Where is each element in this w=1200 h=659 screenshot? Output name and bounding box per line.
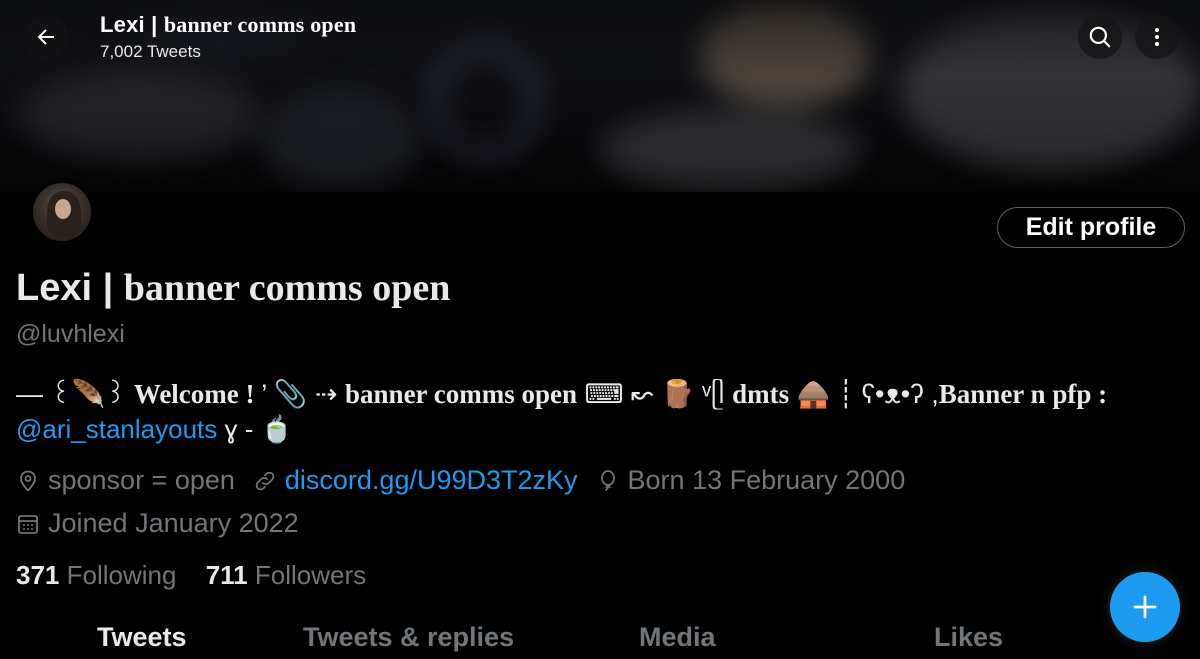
header-name-plain: Lexi | — [100, 12, 164, 37]
header-title: Lexi | banner comms open — [100, 12, 356, 38]
following-link[interactable]: 371 Following — [16, 560, 176, 591]
balloon-icon — [596, 469, 620, 493]
display-name-styled: banner comms open — [123, 267, 451, 309]
bio-line-2: @ari_stanlayouts ɣ - 🍵 — [16, 414, 293, 445]
bio-dmts: dmts — [732, 379, 790, 409]
header-name-styled: banner comms open — [163, 12, 357, 37]
search-icon — [1089, 26, 1111, 48]
bio-keyboard: ⌨ ↜ 🪵 ᵛᥫ — [577, 379, 733, 409]
followers-count: 711 — [205, 560, 248, 590]
tab-tweets-and-replies[interactable]: Tweets & replies — [303, 622, 514, 653]
avatar-face — [55, 199, 71, 219]
follow-stats: 371 Following 711 Followers — [16, 560, 388, 591]
following-label: Following — [66, 560, 177, 590]
user-handle: @luvhlexi — [16, 320, 125, 348]
followers-label: Followers — [254, 560, 367, 590]
display-name: Lexi | banner comms open — [16, 266, 450, 310]
back-button[interactable] — [24, 15, 68, 59]
search-button[interactable] — [1078, 15, 1122, 59]
bio-prefix: — ꒰🪶꒱ — [16, 379, 134, 409]
calendar-icon — [16, 512, 40, 536]
tab-tweets[interactable]: Tweets — [97, 622, 187, 653]
bio-comms: banner comms open — [345, 379, 578, 409]
tab-likes[interactable]: Likes — [934, 622, 1003, 653]
more-button[interactable] — [1135, 15, 1179, 59]
avatar[interactable] — [30, 180, 94, 244]
bio-mention-link[interactable]: @ari_stanlayouts — [16, 414, 217, 444]
more-vertical-icon — [1155, 28, 1159, 46]
bio-banner-pfp: Banner n pfp : — [938, 379, 1108, 409]
bio-mid: ’ 📎 ⇢ — [261, 379, 346, 409]
back-arrow-icon — [37, 29, 54, 45]
joined-text: Joined January 2022 — [48, 508, 299, 538]
profile-meta-row: sponsor = open discord.gg/U99D3T2zKy Bor… — [16, 465, 905, 496]
birthday-text: Born 13 February 2000 — [627, 465, 906, 495]
plus-icon — [1133, 595, 1157, 619]
profile-meta-row: Joined January 2022 — [16, 508, 299, 539]
header-tweet-count: 7,002 Tweets — [100, 42, 201, 61]
tab-media[interactable]: Media — [639, 622, 716, 653]
followers-link[interactable]: 711 Followers — [206, 560, 366, 591]
location-text: sponsor = open — [48, 465, 235, 495]
bio-hut: 🛖 ┊ ʕ•ᴥ•ʔ , — [789, 379, 939, 409]
website-link[interactable]: discord.gg/U99D3T2zKy — [285, 465, 578, 496]
edit-profile-button[interactable]: Edit profile — [997, 207, 1185, 248]
bio-welcome: Welcome ! — [133, 379, 262, 409]
location-pin-icon — [16, 469, 40, 493]
following-count: 371 — [16, 560, 60, 590]
display-name-plain: Lexi | — [16, 267, 124, 309]
bio-line-1: — ꒰🪶꒱ Welcome ! ’ 📎 ⇢ banner comms open … — [16, 374, 1107, 411]
bio-suffix: ɣ - 🍵 — [217, 414, 294, 444]
compose-tweet-button[interactable] — [1110, 572, 1180, 642]
link-icon — [253, 469, 277, 493]
